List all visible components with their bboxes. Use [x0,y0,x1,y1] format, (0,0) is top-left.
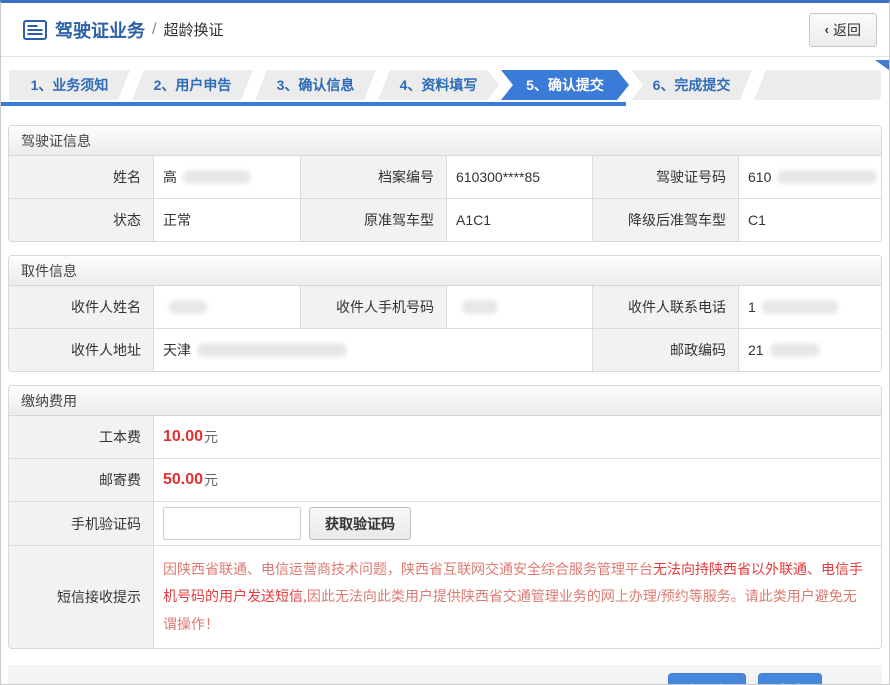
table-row: 姓名 高 档案编号 610300****85 驾驶证号码 610 [9,156,881,198]
postal-code-label: 邮政编码 [593,329,739,371]
recipient-name-label: 收件人姓名 [9,286,154,328]
get-sms-code-button[interactable]: 获取验证码 [309,507,411,540]
recipient-phone-value: 1 [739,286,881,328]
chevron-left-icon: ‹ [825,22,829,37]
sms-notice-text: 因陕西省联通、电信运营商技术问题，陕西省互联网交通安全综合服务管理平台无法向持陕… [154,546,881,648]
original-class-label: 原准驾车型 [301,199,447,241]
breadcrumb-current: 超龄换证 [163,19,223,40]
breadcrumb-separator: / [152,21,156,39]
license-section-title: 驾驶证信息 [9,126,881,156]
form-list-icon [23,20,47,40]
postage-fee-label: 邮寄费 [9,459,154,501]
title-bar: 驾驶证业务 / 超龄换证 ‹ 返回 [1,3,889,57]
wizard-filler [754,70,881,100]
downgraded-class-label: 降级后准驾车型 [593,199,739,241]
recipient-phone-label: 收件人联系电话 [593,286,739,328]
name-label: 姓名 [9,156,154,198]
file-number-label: 档案编号 [301,156,447,198]
redaction-blur [183,170,251,184]
wizard-step-1[interactable]: 1、业务须知 [9,70,130,100]
redaction-blur [197,343,347,357]
fees-section-title: 缴纳费用 [9,386,881,416]
table-row: 工本费 10.00 元 [9,416,881,458]
redaction-blur [169,300,207,314]
pickup-section-title: 取件信息 [9,256,881,286]
footer-action-bar: 上一步 完成 [8,665,882,685]
production-fee-value: 10.00 元 [154,416,881,458]
status-label: 状态 [9,199,154,241]
wizard-step-6[interactable]: 6、完成提交 [631,70,752,100]
table-row: 收件人姓名 收件人手机号码 收件人联系电话 1 [9,286,881,328]
recipient-mobile-value [447,286,593,328]
back-button-label: 返回 [833,20,861,40]
table-row: 短信接收提示 因陕西省联通、电信运营商技术问题，陕西省互联网交通安全综合服务管理… [9,545,881,648]
table-row: 状态 正常 原准驾车型 A1C1 降级后准驾车型 C1 [9,198,881,241]
recipient-address-value: 天津 [154,329,593,371]
page-title: 驾驶证业务 [55,17,145,43]
page: 驾驶证业务 / 超龄换证 ‹ 返回 1、业务须知 2、用户申告 3、确认信息 4… [0,0,890,685]
recipient-name-value [154,286,301,328]
redaction-blur [462,300,498,314]
postal-code-value: 21 [739,329,881,371]
license-number-label: 驾驶证号码 [593,156,739,198]
redaction-blur [770,343,820,357]
license-info-section: 驾驶证信息 姓名 高 档案编号 610300****85 驾驶证号码 610 状… [8,125,882,242]
status-value: 正常 [154,199,301,241]
wizard-step-3[interactable]: 3、确认信息 [255,70,376,100]
fees-section: 缴纳费用 工本费 10.00 元 邮寄费 50.00 元 手机验证码 [8,385,882,649]
downgraded-class-value: C1 [739,199,881,241]
name-value: 高 [154,156,301,198]
table-row: 邮寄费 50.00 元 [9,458,881,501]
file-number-value: 610300****85 [447,156,593,198]
wizard-step-5-active[interactable]: 5、确认提交 [501,70,629,100]
sms-code-cell: 获取验证码 [154,502,881,545]
sms-notice-label: 短信接收提示 [9,546,154,648]
step-wizard: 1、业务须知 2、用户申告 3、确认信息 4、资料填写 5、确认提交 6、完成提… [1,57,889,106]
table-row: 手机验证码 获取验证码 [9,501,881,545]
redaction-blur [777,170,877,184]
license-number-value: 610 [739,156,881,198]
sms-code-label: 手机验证码 [9,502,154,545]
previous-step-button[interactable]: 上一步 [668,673,746,685]
wizard-step-4[interactable]: 4、资料填写 [378,70,499,100]
wizard-step-2[interactable]: 2、用户申告 [132,70,253,100]
recipient-address-label: 收件人地址 [9,329,154,371]
sms-code-input[interactable] [163,507,301,540]
wizard-progress-underline [0,102,626,106]
original-class-value: A1C1 [447,199,593,241]
table-row: 收件人地址 天津 邮政编码 21 [9,328,881,371]
finish-button[interactable]: 完成 [758,673,822,685]
pickup-info-section: 取件信息 收件人姓名 收件人手机号码 收件人联系电话 1 [8,255,882,372]
recipient-mobile-label: 收件人手机号码 [301,286,447,328]
postage-fee-value: 50.00 元 [154,459,881,501]
production-fee-label: 工本费 [9,416,154,458]
back-button[interactable]: ‹ 返回 [809,13,877,47]
redaction-blur [762,300,838,314]
main-content: 驾驶证信息 姓名 高 档案编号 610300****85 驾驶证号码 610 状… [1,106,889,649]
